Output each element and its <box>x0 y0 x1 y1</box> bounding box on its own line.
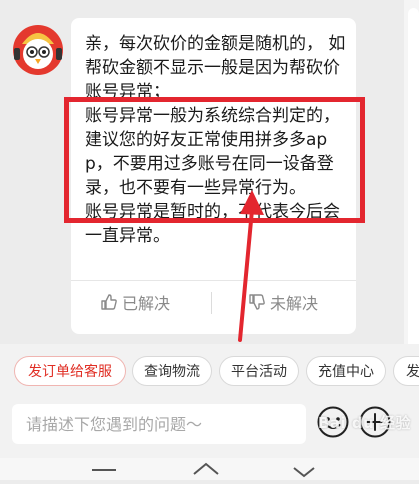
watermark: Bai du 经验 <box>317 414 411 432</box>
unresolved-button[interactable]: 未解决 <box>248 290 318 314</box>
quick-reply-bar: 发订单给客服 查询物流 平台活动 充值中心 发 <box>0 344 419 400</box>
chip-platform-activity[interactable]: 平台活动 <box>219 356 299 386</box>
feedback-divider <box>211 292 212 314</box>
unresolved-label: 未解决 <box>270 294 319 313</box>
resolved-label: 已解决 <box>122 294 171 313</box>
resolved-button[interactable]: 已解决 <box>100 290 170 314</box>
message-input[interactable] <box>12 404 306 444</box>
chip-send-order[interactable]: 发订单给客服 <box>14 356 126 386</box>
message-text: 亲，每次砍价的金额是随机的， 如帮砍金额不显示一般是因为帮砍价账号异常； 账号异… <box>85 34 346 246</box>
thumbs-down-icon <box>249 294 265 310</box>
thumbs-up-icon <box>101 294 117 310</box>
agent-avatar-icon <box>12 24 64 76</box>
bubble-divider <box>71 280 356 281</box>
system-nav-bar <box>0 458 419 480</box>
chat-message-bubble: 亲，每次砍价的金额是随机的， 如帮砍金额不显示一般是因为帮砍价账号异常； 账号异… <box>71 18 356 334</box>
chip-track-logistics[interactable]: 查询物流 <box>132 356 212 386</box>
nav-buttons-icon[interactable] <box>0 458 419 480</box>
chip-recharge-center[interactable]: 充值中心 <box>306 356 386 386</box>
chip-partial[interactable]: 发 <box>393 356 419 386</box>
